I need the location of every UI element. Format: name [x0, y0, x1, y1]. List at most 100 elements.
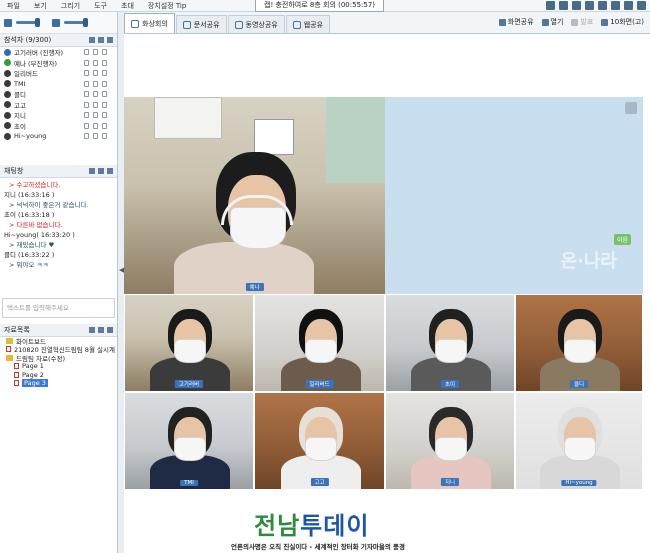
speak-button[interactable]: 발표 — [571, 17, 593, 27]
tab-web-share[interactable]: 웹공유 — [285, 15, 331, 33]
camera-status-icon[interactable] — [93, 59, 98, 66]
video-tile-label: 고기러버 — [174, 380, 204, 388]
mic-status-icon[interactable] — [84, 112, 89, 118]
speaker-volume-slider[interactable] — [16, 18, 40, 27]
participant-item[interactable]: TMI — [0, 79, 117, 90]
mic-icon[interactable] — [52, 18, 60, 27]
screen-share-button[interactable]: 화면공유 — [498, 17, 534, 27]
people-icon[interactable] — [572, 1, 581, 10]
layout-select[interactable]: 10화면(고) — [601, 17, 644, 27]
resource-label: Page 1 — [22, 362, 44, 371]
mic-volume-slider[interactable] — [64, 18, 88, 27]
menu-tools[interactable]: 도구 — [87, 1, 114, 11]
open-button[interactable]: 열기 — [541, 17, 563, 27]
mute-icon[interactable] — [98, 37, 104, 43]
person-icon — [4, 48, 11, 56]
speaker-status-icon[interactable] — [102, 91, 107, 97]
resource-item[interactable]: Page 1 — [0, 362, 117, 371]
status-icons — [84, 101, 107, 108]
camera-status-icon[interactable] — [93, 91, 98, 97]
speaker-status-icon[interactable] — [102, 133, 107, 139]
export-icon[interactable] — [98, 167, 104, 174]
tools-icon[interactable] — [585, 1, 594, 10]
speaker-status-icon[interactable] — [102, 112, 107, 118]
video-tile-main[interactable]: 예나 — [124, 97, 385, 294]
video-tile[interactable]: 일리버드 — [254, 294, 385, 392]
participant-item[interactable]: 클디 — [0, 89, 117, 100]
resource-item[interactable]: Page 3 — [0, 379, 117, 388]
status-icons — [84, 112, 107, 118]
person-icon — [4, 132, 11, 140]
mic-status-icon[interactable] — [84, 70, 89, 76]
face-mask — [435, 437, 467, 461]
close-icon[interactable] — [637, 1, 646, 10]
tab-video-meeting[interactable]: 화상회의 — [124, 13, 175, 33]
list-icon[interactable] — [89, 167, 95, 174]
menu-device-tip[interactable]: 장치설정 Tip — [141, 1, 193, 11]
speaker-icon[interactable] — [4, 18, 12, 27]
menu-invite[interactable]: 초대 — [114, 1, 141, 11]
close-icon[interactable] — [107, 326, 113, 333]
speaker-status-icon[interactable] — [102, 49, 107, 55]
audio-controls — [0, 12, 117, 34]
camera-status-icon[interactable] — [93, 49, 98, 55]
gear-icon[interactable] — [598, 1, 607, 10]
tab-video-share[interactable]: 동영상공유 — [227, 15, 285, 33]
user-icon[interactable] — [546, 1, 555, 10]
camera-status-icon[interactable] — [93, 133, 98, 139]
mic-status-icon[interactable] — [84, 101, 89, 108]
mic-status-icon[interactable] — [84, 91, 89, 97]
speaker-status-icon[interactable] — [102, 59, 107, 66]
camera-status-icon[interactable] — [93, 122, 98, 129]
delete-icon[interactable] — [98, 326, 104, 333]
speaker-status-icon[interactable] — [102, 70, 107, 76]
video-tile[interactable]: 고고 — [254, 392, 385, 490]
profile-icon[interactable] — [559, 1, 568, 10]
mic-status-icon[interactable] — [84, 59, 89, 66]
video-tile[interactable]: 지니 — [385, 392, 515, 490]
maximize-icon[interactable] — [624, 1, 633, 10]
speaker-status-icon[interactable] — [102, 80, 107, 87]
close-icon[interactable] — [107, 167, 113, 174]
participant-item[interactable]: 초이 — [0, 121, 117, 132]
speaker-status-icon[interactable] — [102, 122, 107, 129]
video-tile[interactable]: 초이 — [385, 294, 515, 392]
participant-item[interactable]: 고기러버 (진행자) — [0, 47, 117, 58]
camera-status-icon[interactable] — [93, 101, 98, 108]
camera-status-icon[interactable] — [93, 80, 98, 87]
mic-status-icon[interactable] — [84, 49, 89, 55]
settings-icon[interactable] — [107, 37, 113, 43]
participant-item[interactable]: 일리버드 — [0, 68, 117, 79]
mic-status-icon[interactable] — [84, 122, 89, 129]
participant-item[interactable]: Hi~young — [0, 131, 117, 142]
tab-doc-share[interactable]: 문서공유 — [175, 15, 227, 33]
participant-item[interactable]: 고고 — [0, 100, 117, 111]
participant-item[interactable]: 지니 — [0, 110, 117, 121]
camera-status-icon[interactable] — [93, 112, 98, 118]
chat-title: 채팅창 — [4, 166, 24, 175]
menu-draw[interactable]: 그리기 — [54, 1, 87, 11]
status-icons — [84, 49, 107, 55]
video-tile-label: 예나 — [245, 283, 264, 291]
status-icons — [84, 70, 107, 76]
resource-item[interactable]: 드림팀 자료(수정) — [0, 354, 117, 363]
video-tile[interactable]: 고기러버 — [124, 294, 254, 392]
video-tile[interactable]: 클디 — [515, 294, 643, 392]
upload-icon[interactable] — [89, 326, 95, 333]
participant-item[interactable]: 예나 (부진행자) — [0, 58, 117, 69]
hand-icon[interactable] — [625, 102, 637, 114]
mic-status-icon[interactable] — [84, 80, 89, 87]
resource-item[interactable]: Page 2 — [0, 371, 117, 380]
list-icon[interactable] — [89, 37, 95, 43]
play-icon — [234, 20, 243, 29]
chat-input[interactable]: 텍스트를 입력해주세요 — [2, 297, 115, 318]
video-tile[interactable]: TMI — [124, 392, 254, 490]
folder-icon — [6, 337, 13, 344]
mic-status-icon[interactable] — [84, 133, 89, 139]
camera-status-icon[interactable] — [93, 70, 98, 76]
speaker-status-icon[interactable] — [102, 101, 107, 108]
minimize-icon[interactable] — [611, 1, 620, 10]
menu-view[interactable]: 보기 — [27, 1, 54, 11]
menu-file[interactable]: 파일 — [0, 1, 27, 11]
video-tile[interactable]: Hi~young — [515, 392, 643, 490]
